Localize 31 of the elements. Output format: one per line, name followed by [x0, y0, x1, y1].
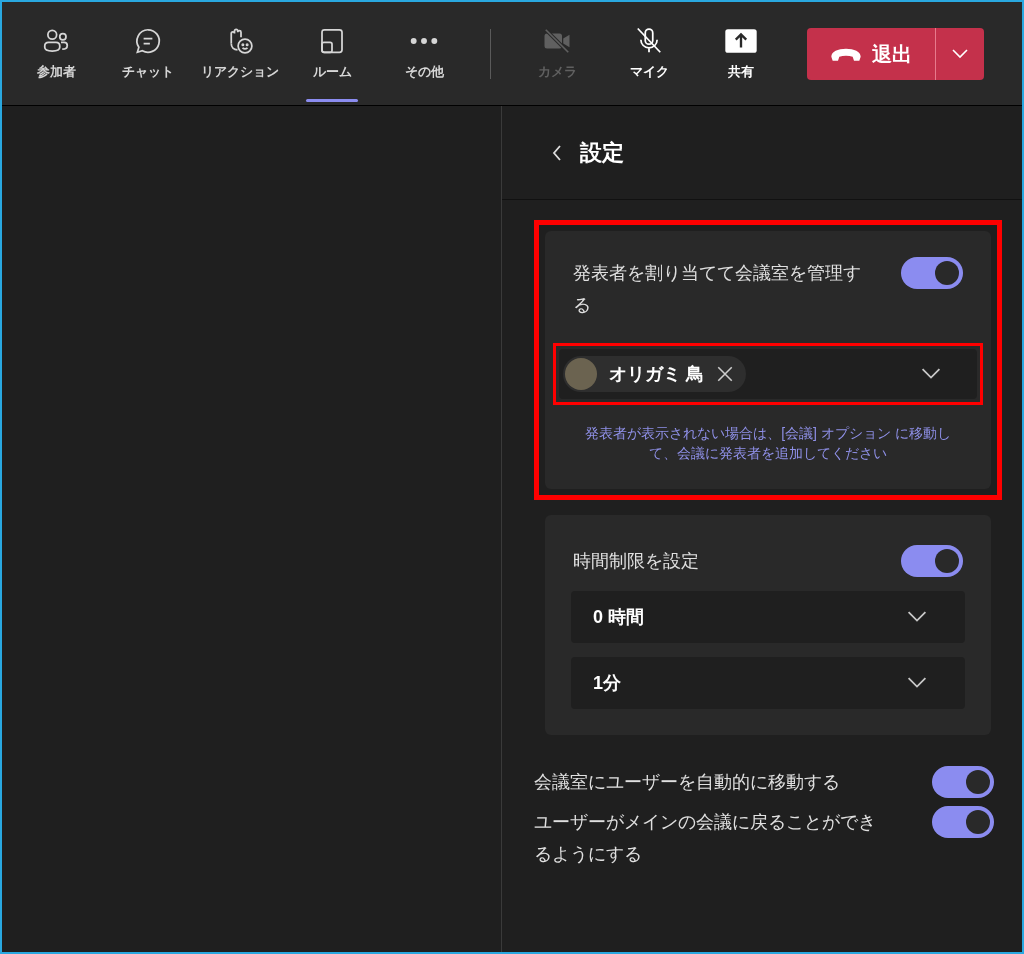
toolbar-button[interactable]: ルーム — [286, 1, 378, 106]
toggle-switch[interactable] — [932, 806, 994, 838]
back-chevron-icon[interactable] — [552, 144, 562, 161]
toggle-switch[interactable] — [901, 545, 963, 577]
hint-text: 発表者が表示されない場合は、[会議] オプション に移動して、会議に発表者を追加してください — [584, 424, 952, 463]
toolbar-button[interactable]: その他 — [378, 1, 470, 106]
more-icon — [410, 36, 438, 45]
toggle-switch[interactable] — [901, 257, 963, 289]
presenter-name: オリガミ 鳥 — [609, 362, 704, 386]
toolbar-button[interactable]: 共有 — [695, 1, 787, 106]
toggle-switch[interactable] — [932, 766, 994, 798]
chevron-down-icon — [921, 368, 941, 380]
toolbar-button[interactable]: リアクション — [194, 1, 286, 106]
presenter-picker[interactable]: オリガミ 鳥 — [559, 349, 977, 399]
setting-label: ユーザーがメインの会議に戻ることができるようにする — [534, 811, 877, 866]
setting-label: 会議室にユーザーを自動的に移動する — [534, 771, 840, 794]
chevron-down-icon — [952, 48, 968, 59]
avatar — [565, 358, 597, 390]
panel-title: 設定 — [580, 139, 624, 167]
leave-button[interactable]: 退出 — [807, 27, 935, 80]
setting-label: 発表者を割り当てて会議室を管理する — [573, 262, 862, 317]
chevron-down-icon — [907, 611, 927, 623]
chevron-down-icon — [907, 677, 927, 689]
toolbar-button[interactable]: 参加者 — [10, 1, 102, 106]
mic-off-icon — [634, 25, 664, 56]
dropdown[interactable]: 1分 — [571, 657, 965, 709]
toolbar-button[interactable]: マイク — [603, 1, 695, 106]
dropdown[interactable]: 0 時間 — [571, 591, 965, 643]
close-icon[interactable] — [716, 365, 734, 383]
setting-label: 時間制限を設定 — [573, 549, 699, 573]
toolbar-button[interactable]: チャット — [102, 1, 194, 106]
